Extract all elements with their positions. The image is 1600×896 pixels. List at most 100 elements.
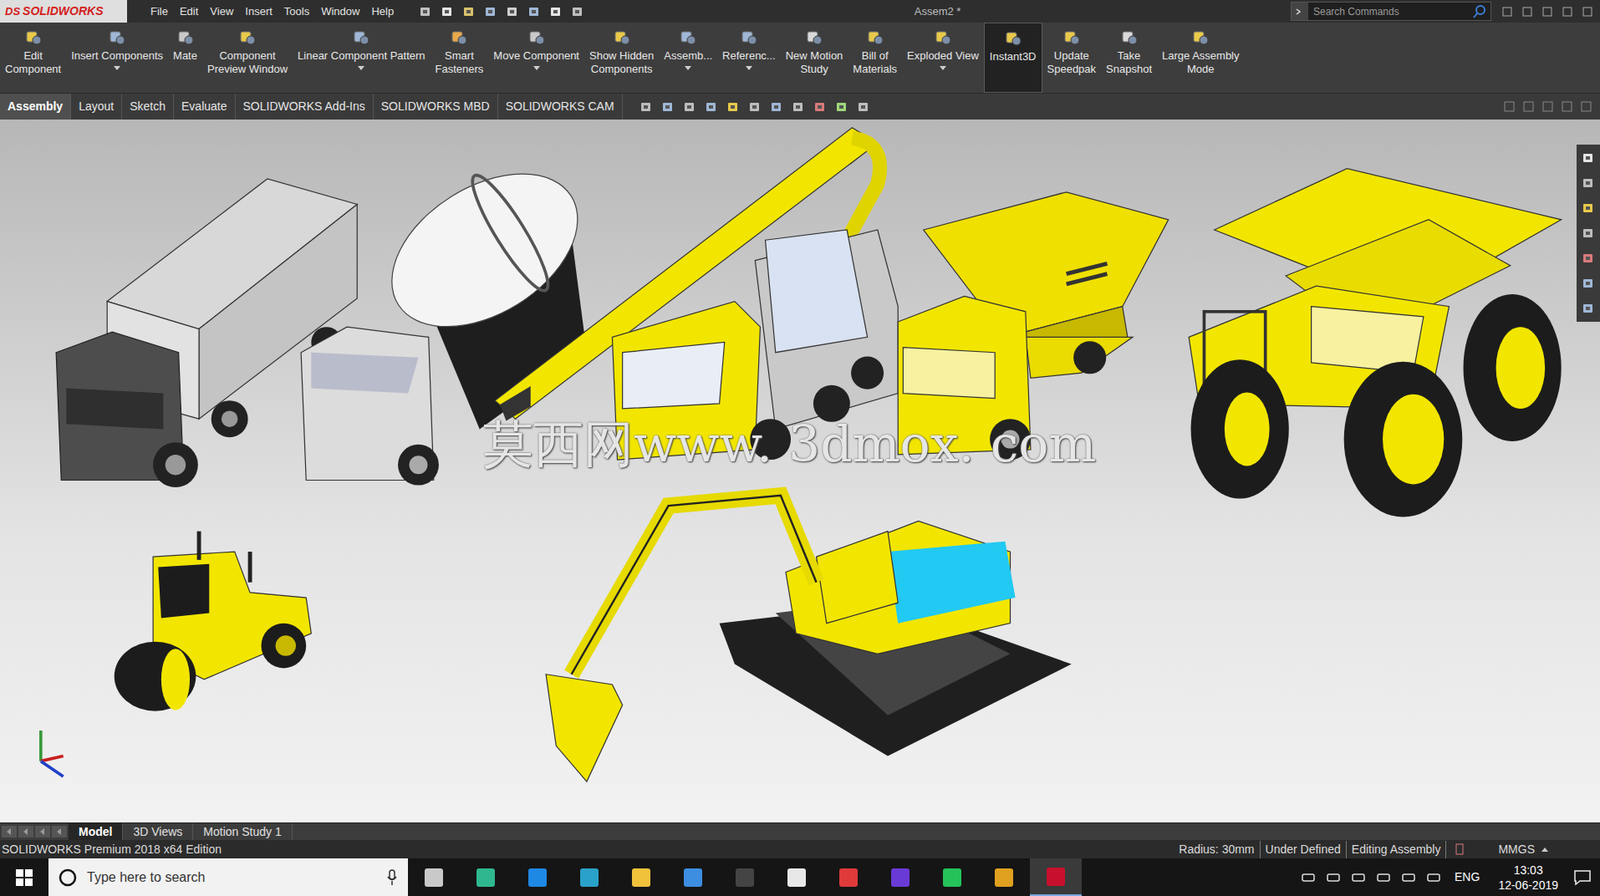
taskbar-app-button[interactable]: [615, 858, 668, 896]
dropdown-caret-icon[interactable]: [533, 66, 541, 72]
taskbar-app-button[interactable]: [667, 858, 719, 896]
view-tool-icon[interactable]: [639, 100, 653, 114]
toolbar-button[interactable]: Insert Components: [66, 22, 169, 93]
clock[interactable]: 13:0312-06-2019: [1492, 862, 1564, 893]
taskbar-app-button[interactable]: [407, 858, 460, 896]
restore-icon[interactable]: [1561, 101, 1573, 113]
model-tab[interactable]: Model: [68, 823, 123, 841]
command-tab[interactable]: Layout: [71, 93, 123, 120]
toolbar-button[interactable]: Move Component: [488, 22, 585, 93]
tab-scroll-arrow-icon[interactable]: [51, 825, 67, 838]
quick-access-icon[interactable]: [527, 5, 541, 19]
taskbar-app-button[interactable]: [718, 858, 771, 896]
toolbar-button[interactable]: New MotionStudy: [780, 22, 849, 93]
search-icon[interactable]: [1472, 4, 1488, 20]
command-tab[interactable]: SOLIDWORKS MBD: [373, 93, 499, 120]
tile-icon[interactable]: [1503, 101, 1515, 113]
toolbar-button[interactable]: Large AssemblyMode: [1156, 22, 1245, 93]
command-tab[interactable]: Evaluate: [173, 93, 235, 120]
toolbar-button[interactable]: Instant3D: [983, 22, 1043, 93]
people-icon[interactable]: [1300, 871, 1316, 885]
dropdown-caret-icon[interactable]: [745, 66, 753, 72]
task-pane-icon[interactable]: [1581, 201, 1595, 215]
rebuild-icon[interactable]: [1454, 843, 1465, 856]
task-pane-icon[interactable]: [1581, 176, 1595, 190]
menu-item[interactable]: Edit: [179, 3, 199, 21]
restore-icon[interactable]: [1561, 5, 1574, 18]
toolbar-button[interactable]: UpdateSpeedpak: [1042, 22, 1102, 93]
task-pane-icon[interactable]: [1581, 251, 1595, 265]
view-tool-icon[interactable]: [682, 100, 697, 114]
taskbar-app-button[interactable]: [459, 858, 512, 896]
start-button[interactable]: [0, 858, 49, 896]
quick-access-icon[interactable]: [418, 5, 433, 19]
toolbar-button[interactable]: ComponentPreview Window: [202, 22, 293, 93]
taskbar-app-button[interactable]: [511, 858, 564, 896]
minimize-icon[interactable]: [1541, 5, 1554, 18]
tab-scroll-arrow-icon[interactable]: [35, 825, 51, 838]
task-pane-icon[interactable]: [1581, 276, 1595, 291]
menu-item[interactable]: View: [209, 3, 234, 21]
crane-truck-model[interactable]: [494, 127, 898, 460]
toolbar-button[interactable]: TakeSnapshot: [1100, 22, 1157, 93]
view-tool-icon[interactable]: [769, 100, 784, 114]
command-tab[interactable]: Assembly: [0, 93, 72, 120]
menu-item[interactable]: Window: [321, 3, 360, 21]
view-tool-icon[interactable]: [661, 100, 675, 114]
toolbar-button[interactable]: SmartFasteners: [430, 22, 490, 93]
view-tool-icon[interactable]: [726, 100, 740, 114]
view-tool-icon[interactable]: [835, 100, 849, 114]
microphone-icon[interactable]: [386, 869, 398, 887]
toolbar-button[interactable]: EditComponent: [0, 22, 67, 93]
quick-access-icon[interactable]: [505, 5, 520, 19]
excavator-model[interactable]: [545, 495, 1072, 782]
model-tab[interactable]: Motion Study 1: [193, 823, 292, 841]
dropdown-caret-icon[interactable]: [113, 66, 121, 72]
view-tool-icon[interactable]: [813, 100, 827, 114]
menu-item[interactable]: Help: [371, 3, 394, 21]
toolbar-button[interactable]: Assemb...: [658, 22, 718, 93]
task-pane-icon[interactable]: [1581, 151, 1595, 165]
taskbar-app-button[interactable]: [874, 858, 927, 896]
solidworks-logo[interactable]: DSSOLIDWORKS: [0, 0, 128, 23]
quick-access-icon[interactable]: [440, 5, 454, 19]
units-selector[interactable]: MMGS: [1472, 840, 1542, 859]
tab-scroll-arrow-icon[interactable]: [18, 825, 34, 838]
command-tab[interactable]: Sketch: [122, 93, 174, 120]
view-tool-icon[interactable]: [856, 100, 871, 114]
volume-icon[interactable]: [1426, 871, 1442, 885]
model-tab[interactable]: 3D Views: [122, 823, 194, 841]
toolbar-button[interactable]: Show HiddenComponents: [584, 22, 659, 93]
quick-access-icon[interactable]: [570, 5, 585, 19]
toolbar-button[interactable]: Linear Component Pattern: [292, 22, 430, 93]
taskbar-app-button[interactable]: [1029, 858, 1082, 896]
menu-item[interactable]: File: [150, 3, 169, 21]
taskbar-app-button[interactable]: [770, 858, 823, 896]
user-icon[interactable]: [1501, 5, 1514, 18]
toolbar-button[interactable]: Mate: [168, 22, 203, 93]
quick-access-icon[interactable]: [462, 5, 476, 19]
taskbar-app-button[interactable]: [978, 858, 1030, 896]
taskbar-app-button[interactable]: [563, 858, 616, 896]
view-tool-icon[interactable]: [791, 100, 806, 114]
toolbar-button[interactable]: Exploded View: [901, 22, 984, 93]
onedrive-icon[interactable]: [1350, 871, 1366, 885]
input-language[interactable]: ENG: [1451, 868, 1483, 887]
command-tab[interactable]: SOLIDWORKS Add-Ins: [235, 93, 374, 120]
taskbar-app-button[interactable]: [822, 858, 875, 896]
help-icon[interactable]: [1521, 5, 1534, 18]
tile-icon[interactable]: [1523, 101, 1534, 113]
battery-icon[interactable]: [1401, 871, 1417, 885]
dropdown-caret-icon[interactable]: [684, 66, 692, 72]
task-pane-icon[interactable]: [1581, 226, 1595, 240]
quick-access-icon[interactable]: [484, 5, 498, 19]
tab-scroll-arrow-icon[interactable]: [1, 825, 17, 838]
task-pane-icon[interactable]: [1581, 301, 1595, 316]
action-center-icon[interactable]: [1573, 869, 1592, 887]
view-tool-icon[interactable]: [748, 100, 762, 114]
quick-access-icon[interactable]: [549, 5, 563, 19]
search-commands-field[interactable]: Search Commands: [1290, 1, 1492, 21]
minimize-icon[interactable]: [1542, 101, 1554, 113]
toolbar-button[interactable]: Referenc...: [717, 22, 781, 93]
taskbar-app-button[interactable]: [926, 858, 979, 896]
